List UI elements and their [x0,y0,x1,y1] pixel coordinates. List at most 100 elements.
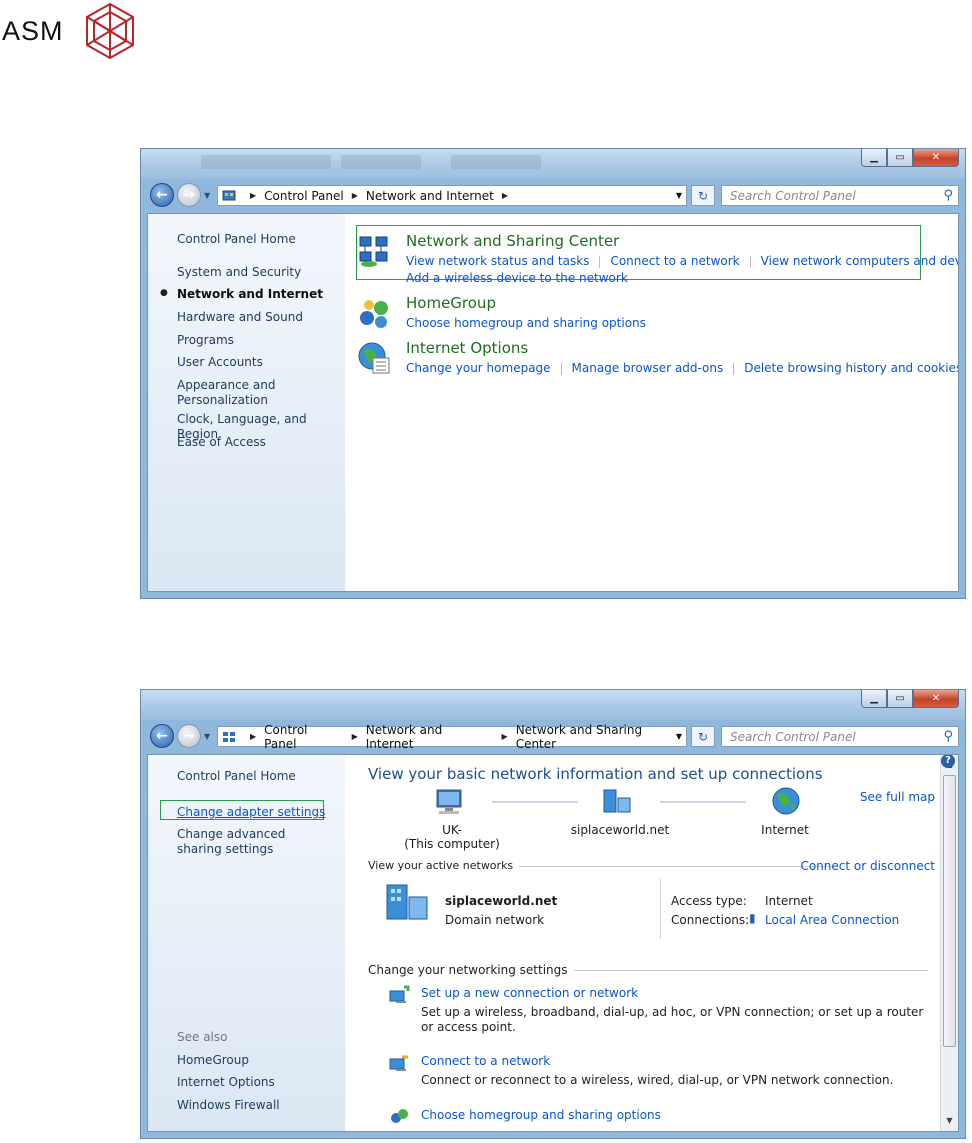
sidebar-control-panel-home[interactable]: Control Panel Home [177,232,296,247]
see-also-windows-firewall[interactable]: Windows Firewall [177,1098,280,1113]
main-content: Network and Sharing Center View network … [345,214,958,591]
see-also-homegroup[interactable]: HomeGroup [177,1053,249,1068]
window-content: Control Panel Home Change adapter settin… [147,754,959,1132]
breadcrumb-control-panel[interactable]: Control Panel [264,723,343,751]
breadcrumb-network-and-internet[interactable]: Network and Internet [366,723,494,751]
search-input[interactable]: Search Control Panel ⚲ [721,726,959,747]
connect-disconnect-link[interactable]: Connect or disconnect [800,859,935,873]
sidebar-control-panel-home[interactable]: Control Panel Home [177,769,296,784]
map-domain-label: siplaceworld.net [570,823,670,837]
sidebar-change-adapter-settings[interactable]: Change adapter settings [177,805,325,820]
see-full-map-link[interactable]: See full map [860,790,935,804]
see-also-internet-options[interactable]: Internet Options [177,1075,275,1090]
maximize-button[interactable]: ▭ [887,690,913,708]
map-computer-label: UK- (This computer) [397,823,507,851]
vertical-scrollbar[interactable]: ▲ ▼ [940,755,958,1131]
sidebar-item-programs[interactable]: Programs [177,333,234,348]
recent-pages-dropdown[interactable]: ▼ [204,191,210,200]
link-view-network-computers[interactable]: View network computers and devices [761,254,958,268]
new-connection-icon [389,985,410,1003]
navigation-bar: ← → ▼ ▶ Control Panel ▶ Network and Intern… [141,179,965,211]
breadcrumb-separator[interactable]: ▶ [502,732,508,741]
maximize-button[interactable]: ▭ [887,149,913,167]
category-title[interactable]: Network and Sharing Center [406,232,619,250]
current-item-bullet: ● [160,288,168,298]
network-name: siplaceworld.net [445,894,558,908]
category-links-row2: Add a wireless device to the network [406,271,628,285]
forward-button[interactable]: → [177,724,201,748]
sidebar-item-user-accounts[interactable]: User Accounts [177,355,263,370]
breadcrumb-separator[interactable]: ▶ [352,191,358,200]
map-connector-line [660,801,746,803]
task-connect-network[interactable]: Connect to a network [421,1054,550,1068]
network-type[interactable]: Domain network [445,913,544,927]
page-heading: View your basic network information and … [368,765,823,783]
breadcrumb-separator[interactable]: ▶ [250,732,256,741]
back-button[interactable]: ← [150,724,174,748]
change-settings-label: Change your networking settings [368,963,574,977]
breadcrumb-separator[interactable]: ▶ [352,732,358,741]
address-dropdown-icon[interactable]: ▼ [676,191,682,200]
network-icon [222,731,235,742]
breadcrumb-control-panel[interactable]: Control Panel [264,189,344,203]
sidebar-change-advanced-sharing[interactable]: Change advanced sharing settings [177,827,327,857]
task-choose-homegroup[interactable]: Choose homegroup and sharing options [421,1108,661,1122]
task-setup-connection[interactable]: Set up a new connection or network [421,986,638,1000]
search-icon[interactable]: ⚲ [943,188,953,203]
address-dropdown-icon[interactable]: ▼ [676,732,682,741]
see-also-label: See also [177,1030,228,1044]
sidebar-item-system-and-security[interactable]: System and Security [177,265,301,280]
recent-pages-dropdown[interactable]: ▼ [204,732,210,741]
close-button[interactable]: ✕ [913,690,959,708]
internet-globe-icon [772,787,800,815]
computer-sub: (This computer) [404,837,500,851]
link-manage-addons[interactable]: Manage browser add-ons [572,361,724,375]
title-bar[interactable]: ▁ ▭ ✕ [141,690,965,720]
minimize-button[interactable]: ▁ [861,690,887,708]
category-title[interactable]: HomeGroup [406,294,496,312]
minimize-button[interactable]: ▁ [861,149,887,167]
background-blur [341,155,421,169]
link-connect-to-network[interactable]: Connect to a network [610,254,739,268]
sidebar-item-ease-of-access[interactable]: Ease of Access [177,435,266,450]
link-delete-history[interactable]: Delete browsing history and cookies [744,361,958,375]
breadcrumb-separator[interactable]: ▶ [250,191,256,200]
back-button[interactable]: ← [150,183,174,207]
address-bar[interactable]: ▶ Control Panel ▶ Network and Internet ▶ Ne… [217,723,687,751]
title-bar[interactable]: ▁ ▭ ✕ [141,149,965,179]
local-area-connection-link[interactable]: Local Area Connection [765,913,899,927]
control-panel-window-network-sharing-center: ▁ ▭ ✕ ← → ▼ ▶ Control Panel ▶ Network and … [140,689,966,1139]
homegroup-icon [391,1109,408,1123]
search-icon[interactable]: ⚲ [943,729,953,744]
link-view-network-status[interactable]: View network status and tasks [406,254,589,268]
ethernet-icon: ▮ [749,911,756,925]
window-content: Control Panel Home System and Security ●… [147,213,959,592]
computer-name: UK- [442,823,462,837]
forward-button[interactable]: → [177,183,201,207]
computer-icon [436,789,462,814]
control-panel-icon [222,190,236,200]
navigation-bar: ← → ▼ ▶ Control Panel ▶ Network and Intern… [141,720,965,752]
refresh-button[interactable]: ↻ [691,726,715,747]
breadcrumb-separator[interactable]: ▶ [502,191,508,200]
map-connector-line [492,801,578,803]
close-button[interactable]: ✕ [913,149,959,167]
refresh-button[interactable]: ↻ [691,185,715,206]
sidebar-item-appearance[interactable]: Appearance and Personalization [177,378,287,408]
scroll-thumb[interactable] [943,775,956,1047]
scroll-down-icon[interactable]: ▼ [941,1113,958,1129]
address-bar[interactable]: ▶ Control Panel ▶ Network and Internet ▶ ▼ [217,185,687,206]
category-links: View network status and tasks Connect to … [406,254,958,268]
task-connect-network-desc: Connect or reconnect to a wireless, wire… [421,1073,894,1087]
task-setup-connection-desc: Set up a wireless, broadband, dial-up, a… [421,1005,924,1034]
link-change-homepage[interactable]: Change your homepage [406,361,551,375]
breadcrumb-network-sharing-center[interactable]: Network and Sharing Center [516,723,686,751]
vertical-divider [660,879,661,939]
link-add-wireless-device[interactable]: Add a wireless device to the network [406,271,628,285]
search-placeholder: Search Control Panel [730,729,856,744]
sidebar-item-hardware-and-sound[interactable]: Hardware and Sound [177,310,303,325]
breadcrumb-network-and-internet[interactable]: Network and Internet [366,189,494,203]
category-title[interactable]: Internet Options [406,339,528,357]
link-choose-homegroup[interactable]: Choose homegroup and sharing options [406,316,646,330]
search-input[interactable]: Search Control Panel ⚲ [721,185,959,206]
